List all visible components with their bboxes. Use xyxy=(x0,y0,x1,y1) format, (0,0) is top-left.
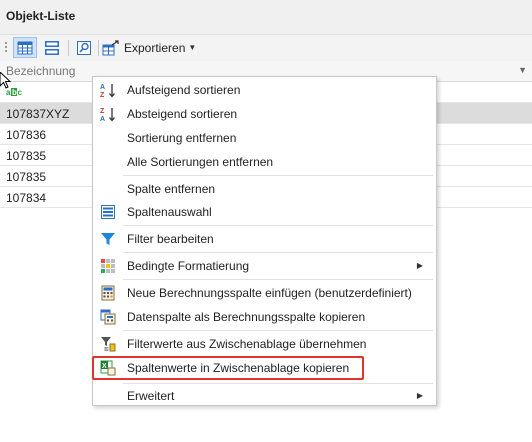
svg-text:Z: Z xyxy=(100,108,105,115)
search-button[interactable] xyxy=(74,37,94,58)
copy-column-icon xyxy=(100,309,116,325)
column-dropdown-icon[interactable]: ▼ xyxy=(518,65,527,75)
menu-separator xyxy=(123,330,433,331)
menu-item-clear-all-sorting[interactable]: Alle Sortierungen entfernen xyxy=(94,151,435,173)
export-button[interactable]: Exportieren ▼ xyxy=(102,37,196,58)
table-cell: 107834 xyxy=(6,191,47,205)
export-icon xyxy=(102,39,119,55)
menu-item-label: Sortierung entfernen xyxy=(127,131,237,145)
menu-item-advanced[interactable]: Erweitert ▶ xyxy=(94,385,435,407)
submenu-arrow-icon: ▶ xyxy=(416,261,423,270)
search-icon xyxy=(77,40,91,55)
submenu-arrow-icon: ▶ xyxy=(416,391,423,400)
menu-item-edit-filter[interactable]: Filter bearbeiten xyxy=(94,228,435,250)
sort-ascending-icon: A Z xyxy=(100,84,115,98)
menu-item-sort-descending[interactable]: Z A Absteigend sortieren xyxy=(94,103,435,125)
menu-separator xyxy=(123,175,433,176)
menu-item-label: Bedingte Formatierung xyxy=(127,259,250,273)
window-title: Objekt-Liste xyxy=(6,9,76,23)
toolbar-separator xyxy=(68,40,69,56)
title-bar: Objekt-Liste xyxy=(0,0,532,34)
menu-item-label: Absteigend sortieren xyxy=(127,107,238,121)
chevron-down-icon: ▼ xyxy=(188,43,197,52)
table-view-button[interactable] xyxy=(13,37,37,58)
toolbar-separator xyxy=(98,40,99,56)
svg-text:A: A xyxy=(100,84,105,91)
menu-item-sort-ascending[interactable]: A Z Aufsteigend sortieren xyxy=(94,79,435,101)
menu-item-label: Erweitert xyxy=(127,389,175,403)
menu-separator xyxy=(123,383,433,384)
mouse-cursor-icon xyxy=(0,72,12,89)
menu-item-label: Spaltenauswahl xyxy=(127,205,212,219)
menu-separator xyxy=(123,225,433,226)
menu-item-label: Aufsteigend sortieren xyxy=(127,83,241,97)
menu-item-label: Filterwerte aus Zwischenablage übernehme… xyxy=(127,337,367,351)
table-cell: 107837XYZ xyxy=(6,107,70,121)
conditional-format-icon xyxy=(101,259,115,273)
menu-separator xyxy=(123,279,433,280)
toolbar-grip[interactable] xyxy=(5,42,7,54)
calculator-icon xyxy=(101,285,115,301)
column-header-label: Bezeichnung xyxy=(6,64,76,78)
svg-text:c: c xyxy=(18,88,23,97)
toolbar: Exportieren ▼ xyxy=(0,34,532,62)
table-cell: 107835 xyxy=(6,149,47,163)
menu-item-label: Alle Sortierungen entfernen xyxy=(127,155,274,169)
menu-item-label: Datenspalte als Berechnungsspalte kopier… xyxy=(127,310,366,324)
menu-item-label: Neue Berechnungsspalte einfügen (benutze… xyxy=(127,286,412,300)
card-view-button[interactable] xyxy=(41,37,63,58)
card-view-icon xyxy=(45,40,59,55)
menu-item-clear-sorting[interactable]: Sortierung entfernen xyxy=(94,127,435,149)
menu-item-label: Filter bearbeiten xyxy=(127,232,214,246)
menu-item-paste-filter-values[interactable]: = Filterwerte aus Zwischenablage überneh… xyxy=(94,333,435,355)
menu-item-new-calculated-column[interactable]: Neue Berechnungsspalte einfügen (benutze… xyxy=(94,282,435,304)
table-cell: 107836 xyxy=(6,128,47,142)
svg-text:Z: Z xyxy=(100,92,105,98)
menu-item-remove-column[interactable]: Spalte entfernen xyxy=(94,178,435,200)
svg-text:=: = xyxy=(104,345,109,352)
highlight-annotation-box xyxy=(92,356,364,380)
svg-text:A: A xyxy=(100,116,105,122)
menu-separator xyxy=(123,252,433,253)
svg-text:b: b xyxy=(12,88,17,97)
sort-descending-icon: Z A xyxy=(100,108,115,122)
menu-item-column-chooser[interactable]: Spaltenauswahl xyxy=(94,201,435,223)
filter-icon xyxy=(101,233,115,245)
menu-item-conditional-formatting[interactable]: Bedingte Formatierung ▶ xyxy=(94,255,435,277)
menu-item-label: Spalte entfernen xyxy=(127,182,216,196)
paste-filter-icon: = xyxy=(101,337,116,352)
table-cell: 107835 xyxy=(6,170,47,184)
export-label: Exportieren xyxy=(124,40,186,55)
menu-item-copy-as-calculated-column[interactable]: Datenspalte als Berechnungsspalte kopier… xyxy=(94,306,435,328)
column-chooser-icon xyxy=(101,205,115,219)
table-view-icon xyxy=(17,41,33,54)
